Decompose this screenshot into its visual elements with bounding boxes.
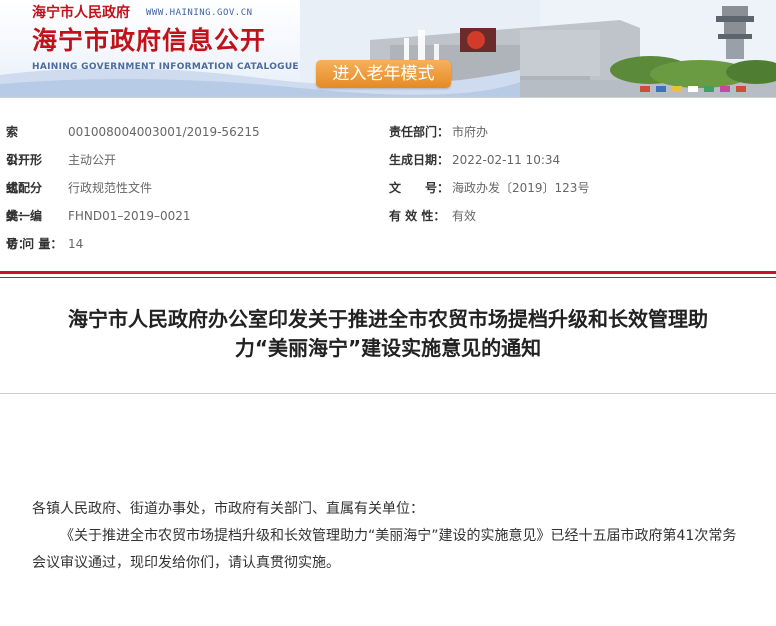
article-title: 海宁市人民政府办公室印发关于推进全市农贸市场提档升级和长效管理助 力“美丽海宁”… xyxy=(0,305,776,363)
red-divider xyxy=(0,271,776,274)
article-body: 各镇人民政府、街道办事处，市政府有关部门、直属有关单位： 《关于推进全市农贸市场… xyxy=(32,496,744,577)
meta-row: 公开形式： 主动公开 生成日期： 2022-02-11 10:34 xyxy=(0,146,776,195)
site-banner: 海宁市人民政府 WWW.HAINING.GOV.CN 海宁市政府信息公开 HAI… xyxy=(0,0,776,97)
document-number-value: 海政办发〔2019〕123号 xyxy=(452,181,590,195)
meta-row: 统一编号： FHND01–2019–0021 有 效 性： 有效 xyxy=(0,202,776,251)
site-title-english: HAINING GOVERNMENT INFORMATION CATALOGUE xyxy=(32,62,299,72)
visits-value: 14 xyxy=(68,237,84,251)
salutation: 各镇人民政府、街道办事处，市政府有关部门、直属有关单位： xyxy=(32,501,424,517)
body-paragraph: 《关于推进全市农贸市场提档升级和长效管理助力“美丽海宁”建设的实施意见》已经十五… xyxy=(32,528,737,571)
article-title-line-1: 海宁市人民政府办公室印发关于推进全市农贸市场提档升级和长效管理助 xyxy=(68,307,708,331)
article-title-line-2: 力“美丽海宁”建设实施意见的通知 xyxy=(234,336,542,360)
date-label: 生成日期： xyxy=(389,153,450,167)
document-metadata-table: 索 引： 001008004003001/2019-56215 责任部门： 市府… xyxy=(0,97,776,261)
visits-label: 访 问 量： xyxy=(6,237,63,251)
unified-number-value: FHND01–2019–0021 xyxy=(68,209,191,223)
document-number-label: 文 号： xyxy=(389,181,450,195)
meta-row: 访 问 量： 14 xyxy=(0,230,776,258)
meta-row: 索 引： 001008004003001/2019-56215 责任部门： 市府… xyxy=(0,118,776,167)
site-title: 海宁市政府信息公开 xyxy=(32,26,267,55)
disclosure-value: 主动公开 xyxy=(68,153,117,167)
validity-value: 有效 xyxy=(452,209,477,223)
index-value: 001008004003001/2019-56215 xyxy=(68,125,260,139)
category-value: 行政规范性文件 xyxy=(68,181,153,195)
department-label: 责任部门： xyxy=(389,125,450,139)
elder-mode-button[interactable]: 进入老年模式 xyxy=(316,60,451,88)
validity-label: 有 效 性： xyxy=(389,209,446,223)
red-divider-thin xyxy=(0,277,776,278)
site-url: WWW.HAINING.GOV.CN xyxy=(146,8,253,18)
meta-row: 组配分类： 行政规范性文件 文 号： 海政办发〔2019〕123号 xyxy=(0,174,776,223)
department-value: 市府办 xyxy=(452,125,489,139)
title-divider xyxy=(0,393,776,394)
date-value: 2022-02-11 10:34 xyxy=(452,153,561,167)
org-name: 海宁市人民政府 xyxy=(32,5,130,21)
